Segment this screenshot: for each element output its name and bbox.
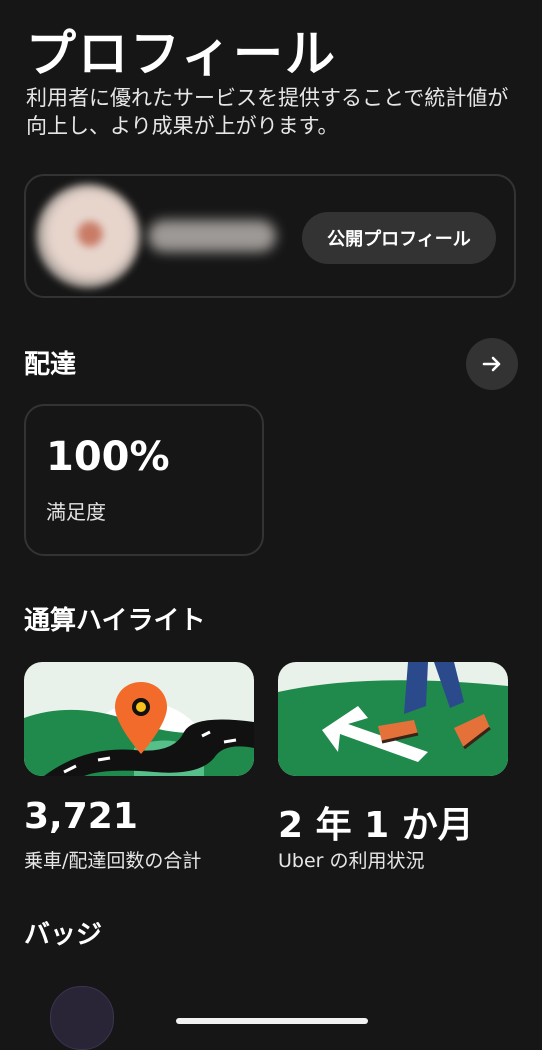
page-title: プロフィール	[26, 25, 337, 83]
badge-item[interactable]	[50, 986, 114, 1050]
profile-card[interactable]: 公開プロフィール	[24, 174, 516, 298]
highlight-trips-value: 3,721	[24, 796, 138, 837]
tenure-illustration	[278, 662, 508, 776]
trips-illustration	[24, 662, 254, 776]
delivery-section-title: 配達	[24, 350, 77, 380]
satisfaction-label: 満足度	[46, 500, 106, 524]
page-subtitle: 利用者に優れたサービスを提供することで統計値が向上し、より成果が上がります。	[26, 86, 509, 138]
home-indicator	[176, 1018, 368, 1024]
arrow-right-icon	[482, 356, 501, 372]
satisfaction-value: 100%	[46, 434, 170, 480]
profile-name-blurred	[148, 220, 276, 252]
badges-section-title: バッジ	[24, 920, 103, 950]
highlight-tenure-value: 2 年 1 か月	[278, 805, 474, 846]
highlights-section-title: 通算ハイライト	[24, 606, 206, 636]
avatar	[36, 184, 140, 288]
highlight-trips-label: 乗車/配達回数の合計	[24, 850, 202, 872]
public-profile-button[interactable]: 公開プロフィール	[302, 212, 496, 264]
delivery-arrow-button[interactable]	[466, 338, 518, 390]
highlight-tenure-label: Uber の利用状況	[278, 850, 425, 872]
satisfaction-card: 100% 満足度	[24, 404, 264, 556]
